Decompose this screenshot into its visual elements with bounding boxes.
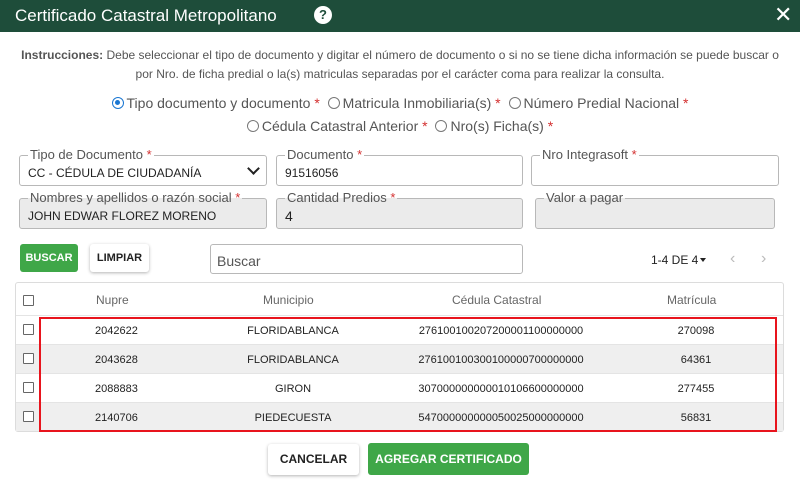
- cantidad-predios-value: 4: [285, 208, 293, 224]
- field-label: Cantidad Predios *: [285, 190, 398, 206]
- tipo-documento-value: CC - CÉDULA DE CIUDADANÍA: [28, 166, 202, 180]
- row-checkbox[interactable]: [23, 324, 34, 335]
- row-checkbox[interactable]: [23, 382, 34, 393]
- table-search-input[interactable]: Buscar: [210, 244, 523, 274]
- radio-nro-ficha[interactable]: Nro(s) Ficha(s) *: [435, 118, 553, 134]
- dialog-header: Certificado Catastral Metropolitano ? ✕: [0, 0, 800, 32]
- radio-icon[interactable]: [435, 120, 448, 132]
- chevron-down-icon[interactable]: [247, 162, 260, 175]
- radio-icon[interactable]: [246, 120, 259, 132]
- select-all-checkbox[interactable]: [23, 295, 34, 306]
- field-label: Valor a pagar: [544, 190, 626, 206]
- limpiar-button[interactable]: LIMPIAR: [90, 244, 149, 272]
- column-header-municipio: Municipio: [263, 293, 314, 307]
- field-label: Tipo de Documento *: [28, 147, 154, 163]
- rows-highlight-box: [39, 317, 777, 432]
- pager-text: 1-4 DE 4: [651, 253, 699, 267]
- documento-field[interactable]: Documento * 91516056: [276, 147, 523, 186]
- search-placeholder: Buscar: [217, 253, 261, 269]
- help-icon[interactable]: ?: [314, 6, 332, 24]
- radio-matricula-inmobiliaria[interactable]: Matricula Inmobiliaria(s) *: [327, 95, 501, 111]
- row-checkbox[interactable]: [23, 353, 34, 364]
- column-header-matricula: Matrícula: [667, 293, 717, 307]
- dialog-title: Certificado Catastral Metropolitano: [15, 6, 277, 25]
- radio-icon[interactable]: [508, 97, 521, 109]
- search-type-options-row-1: Tipo documento y documento * Matricula I…: [0, 95, 800, 111]
- radio-numero-predial[interactable]: Número Predial Nacional *: [508, 95, 688, 111]
- search-type-options-row-2: Cédula Catastral Anterior * Nro(s) Ficha…: [0, 118, 800, 134]
- agregar-certificado-button[interactable]: AGREGAR CERTIFICADO: [368, 443, 529, 475]
- tipo-documento-select[interactable]: Tipo de Documento * CC - CÉDULA DE CIUDA…: [19, 147, 267, 186]
- column-header-cedula: Cédula Catastral: [452, 293, 542, 307]
- cantidad-predios-field: Cantidad Predios * 4: [276, 190, 523, 229]
- instructions-text: Debe seleccionar el tipo de documento y …: [103, 48, 779, 81]
- radio-selected-icon[interactable]: [111, 97, 124, 109]
- column-header-nupre: Nupre: [96, 293, 129, 307]
- nro-integrasoft-field[interactable]: Nro Integrasoft *: [531, 147, 779, 186]
- field-label: Documento *: [285, 147, 365, 163]
- row-checkbox[interactable]: [23, 411, 34, 422]
- cancelar-button[interactable]: CANCELAR: [268, 444, 359, 475]
- prev-page-icon[interactable]: ‹: [730, 250, 735, 268]
- instructions-label: Instrucciones:: [21, 48, 104, 62]
- close-icon[interactable]: ✕: [774, 2, 792, 28]
- buscar-button[interactable]: BUSCAR: [20, 244, 78, 272]
- nombres-value: JOHN EDWAR FLOREZ MORENO: [28, 209, 217, 223]
- radio-cedula-catastral[interactable]: Cédula Catastral Anterior *: [246, 118, 428, 134]
- next-page-icon[interactable]: ›: [761, 250, 766, 268]
- documento-value: 91516056: [285, 166, 339, 180]
- field-label: Nro Integrasoft *: [540, 147, 639, 163]
- pager-dropdown[interactable]: 1-4 DE 4: [651, 253, 707, 267]
- radio-icon[interactable]: [327, 97, 340, 109]
- nombres-field: Nombres y apellidos o razón social * JOH…: [19, 190, 267, 229]
- field-label: Nombres y apellidos o razón social *: [28, 190, 243, 206]
- instructions: Instrucciones: Debe seleccionar el tipo …: [20, 46, 780, 84]
- radio-tipo-documento[interactable]: Tipo documento y documento *: [111, 95, 320, 111]
- caret-down-icon: [700, 258, 707, 262]
- valor-pagar-field: Valor a pagar: [535, 190, 775, 229]
